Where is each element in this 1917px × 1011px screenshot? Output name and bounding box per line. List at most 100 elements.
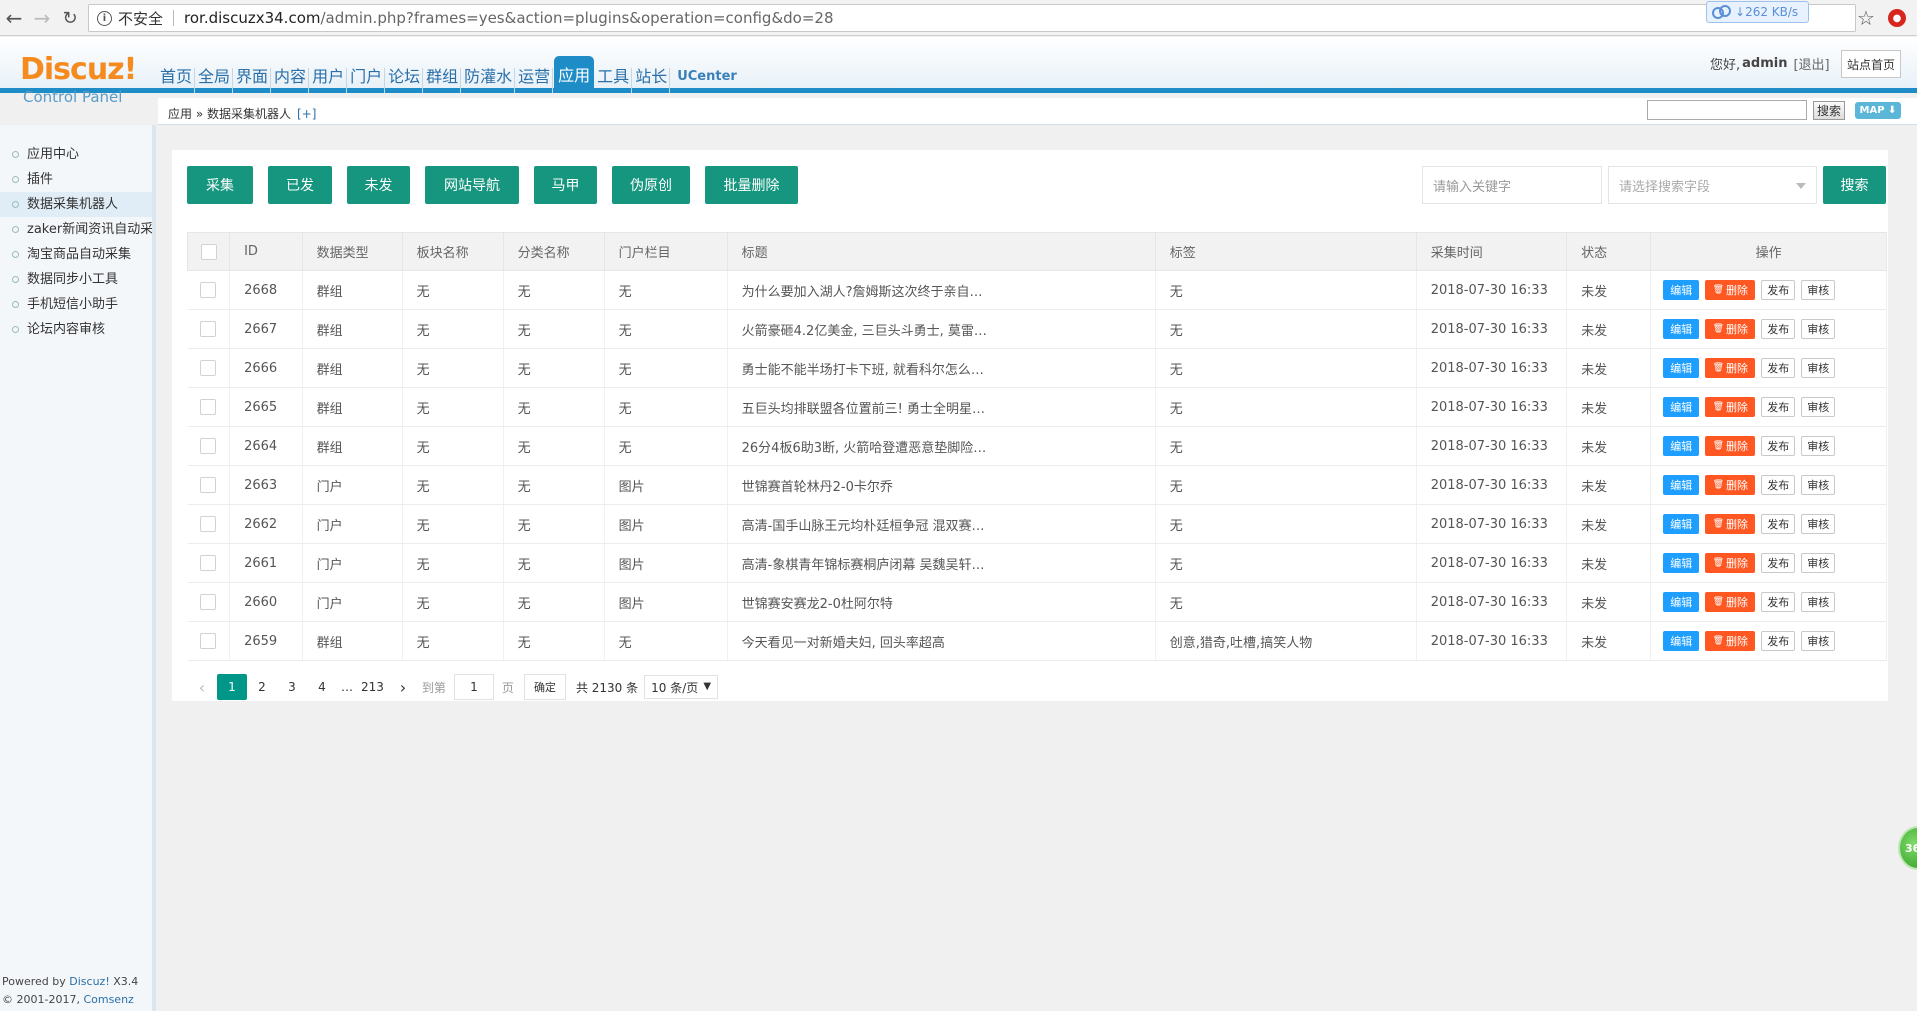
publish-button[interactable]: 发布 xyxy=(1761,397,1796,417)
action-button-2[interactable]: 未发 xyxy=(347,166,410,204)
delete-button[interactable]: 🗑 删除 xyxy=(1705,592,1756,612)
prev-page-icon[interactable]: ‹ xyxy=(187,674,217,700)
select-all-checkbox[interactable] xyxy=(200,243,217,260)
review-button[interactable]: 审核 xyxy=(1801,631,1836,651)
action-button-4[interactable]: 马甲 xyxy=(534,166,597,204)
nav-item-12[interactable]: 站长 xyxy=(633,68,671,93)
nav-item-8[interactable]: 防灌水 xyxy=(462,68,516,93)
row-checkbox[interactable] xyxy=(200,594,217,610)
delete-button[interactable]: 🗑 删除 xyxy=(1705,397,1756,417)
bookmark-star-icon[interactable]: ☆ xyxy=(1857,6,1875,30)
delete-button[interactable]: 🗑 删除 xyxy=(1705,436,1756,456)
address-bar[interactable]: i 不安全 ror.discuzx34.com/admin.php?frames… xyxy=(88,4,1856,32)
floating-widget[interactable]: 36 xyxy=(1898,826,1917,870)
review-button[interactable]: 审核 xyxy=(1801,553,1836,573)
delete-button[interactable]: 🗑 删除 xyxy=(1705,475,1756,495)
review-button[interactable]: 审核 xyxy=(1801,319,1836,339)
sidebar-item-3[interactable]: zaker新闻资讯自动采集 xyxy=(0,217,152,242)
menu-search-button[interactable]: 搜索 xyxy=(1813,101,1845,120)
edit-button[interactable]: 编辑 xyxy=(1663,280,1700,300)
row-checkbox[interactable] xyxy=(200,321,217,337)
delete-button[interactable]: 🗑 删除 xyxy=(1705,631,1756,651)
edit-button[interactable]: 编辑 xyxy=(1663,631,1700,651)
publish-button[interactable]: 发布 xyxy=(1761,319,1796,339)
info-icon[interactable]: i xyxy=(97,10,112,26)
delete-button[interactable]: 🗑 删除 xyxy=(1705,280,1756,300)
nav-item-0[interactable]: 首页 xyxy=(158,68,196,93)
menu-search-input[interactable] xyxy=(1647,100,1807,120)
reload-icon[interactable]: ↻ xyxy=(58,6,82,30)
site-home-button[interactable]: 站点首页 xyxy=(1841,50,1901,78)
review-button[interactable]: 审核 xyxy=(1801,592,1836,612)
review-button[interactable]: 审核 xyxy=(1801,436,1836,456)
sidebar-item-2[interactable]: 数据采集机器人 xyxy=(0,192,152,217)
forward-icon[interactable]: → xyxy=(30,6,54,30)
publish-button[interactable]: 发布 xyxy=(1761,514,1796,534)
action-button-0[interactable]: 采集 xyxy=(187,166,253,204)
row-checkbox[interactable] xyxy=(200,516,217,532)
edit-button[interactable]: 编辑 xyxy=(1663,319,1700,339)
row-checkbox[interactable] xyxy=(200,438,217,454)
search-field-select[interactable]: 请选择搜索字段 xyxy=(1608,166,1817,204)
nav-item-1[interactable]: 全局 xyxy=(196,68,234,93)
nav-item-5[interactable]: 门户 xyxy=(348,68,386,93)
discuz-link[interactable]: Discuz! xyxy=(69,975,109,988)
delete-button[interactable]: 🗑 删除 xyxy=(1705,358,1756,378)
nav-item-10[interactable]: 应用 xyxy=(554,56,595,93)
page-size-select[interactable]: 10 条/页 ▼ xyxy=(644,675,719,699)
publish-button[interactable]: 发布 xyxy=(1761,592,1796,612)
edit-button[interactable]: 编辑 xyxy=(1663,592,1700,612)
nav-item-3[interactable]: 内容 xyxy=(272,68,310,93)
keyword-input[interactable]: 请输入关键字 xyxy=(1422,166,1602,204)
action-button-3[interactable]: 网站导航 xyxy=(425,166,519,204)
publish-button[interactable]: 发布 xyxy=(1761,358,1796,378)
delete-button[interactable]: 🗑 删除 xyxy=(1705,514,1756,534)
sidebar-item-6[interactable]: 手机短信小助手 xyxy=(0,292,152,317)
review-button[interactable]: 审核 xyxy=(1801,514,1836,534)
publish-button[interactable]: 发布 xyxy=(1761,631,1796,651)
review-button[interactable]: 审核 xyxy=(1801,475,1836,495)
edit-button[interactable]: 编辑 xyxy=(1663,436,1700,456)
row-checkbox[interactable] xyxy=(200,555,217,571)
map-button[interactable]: MAP ⬇ xyxy=(1855,102,1901,119)
nav-item-9[interactable]: 运营 xyxy=(516,68,554,93)
speed-widget[interactable]: ↓ 262 KB/s xyxy=(1706,1,1809,23)
action-button-1[interactable]: 已发 xyxy=(268,166,332,204)
nav-item-11[interactable]: 工具 xyxy=(595,68,633,93)
publish-button[interactable]: 发布 xyxy=(1761,475,1796,495)
back-icon[interactable]: ← xyxy=(2,6,26,30)
goto-page-input[interactable]: 1 xyxy=(453,674,494,700)
row-checkbox[interactable] xyxy=(200,633,217,649)
page-2[interactable]: 2 xyxy=(247,674,277,700)
next-page-icon[interactable]: › xyxy=(388,674,418,700)
logout-link[interactable]: [退出] xyxy=(1793,54,1829,73)
page-1[interactable]: 1 xyxy=(217,674,247,700)
sidebar-item-4[interactable]: 淘宝商品自动采集 xyxy=(0,242,152,267)
add-shortcut-link[interactable]: [+] xyxy=(297,107,316,121)
delete-button[interactable]: 🗑 删除 xyxy=(1705,553,1756,573)
page-4[interactable]: 4 xyxy=(307,674,337,700)
review-button[interactable]: 审核 xyxy=(1801,280,1836,300)
nav-item-6[interactable]: 论坛 xyxy=(386,68,424,93)
row-checkbox[interactable] xyxy=(200,282,217,298)
sidebar-item-0[interactable]: 应用中心 xyxy=(0,142,152,167)
nav-item-2[interactable]: 界面 xyxy=(234,68,272,93)
nav-item-7[interactable]: 群组 xyxy=(424,68,462,93)
logo[interactable]: Discuz! Control Panel xyxy=(20,55,137,107)
review-button[interactable]: 审核 xyxy=(1801,397,1836,417)
sidebar-item-5[interactable]: 数据同步小工具 xyxy=(0,267,152,292)
nav-item-13[interactable]: UCenter xyxy=(671,68,739,93)
sidebar-item-7[interactable]: 论坛内容审核 xyxy=(0,317,152,342)
page-3[interactable]: 3 xyxy=(277,674,307,700)
nav-item-4[interactable]: 用户 xyxy=(310,68,348,93)
row-checkbox[interactable] xyxy=(200,360,217,376)
page-last[interactable]: 213 xyxy=(357,674,388,700)
search-button[interactable]: 搜索 xyxy=(1823,166,1886,204)
publish-button[interactable]: 发布 xyxy=(1761,280,1796,300)
row-checkbox[interactable] xyxy=(200,399,217,415)
edit-button[interactable]: 编辑 xyxy=(1663,358,1700,378)
row-checkbox[interactable] xyxy=(200,477,217,493)
edit-button[interactable]: 编辑 xyxy=(1663,475,1700,495)
extension-icon[interactable]: ● xyxy=(1888,9,1906,27)
publish-button[interactable]: 发布 xyxy=(1761,436,1796,456)
